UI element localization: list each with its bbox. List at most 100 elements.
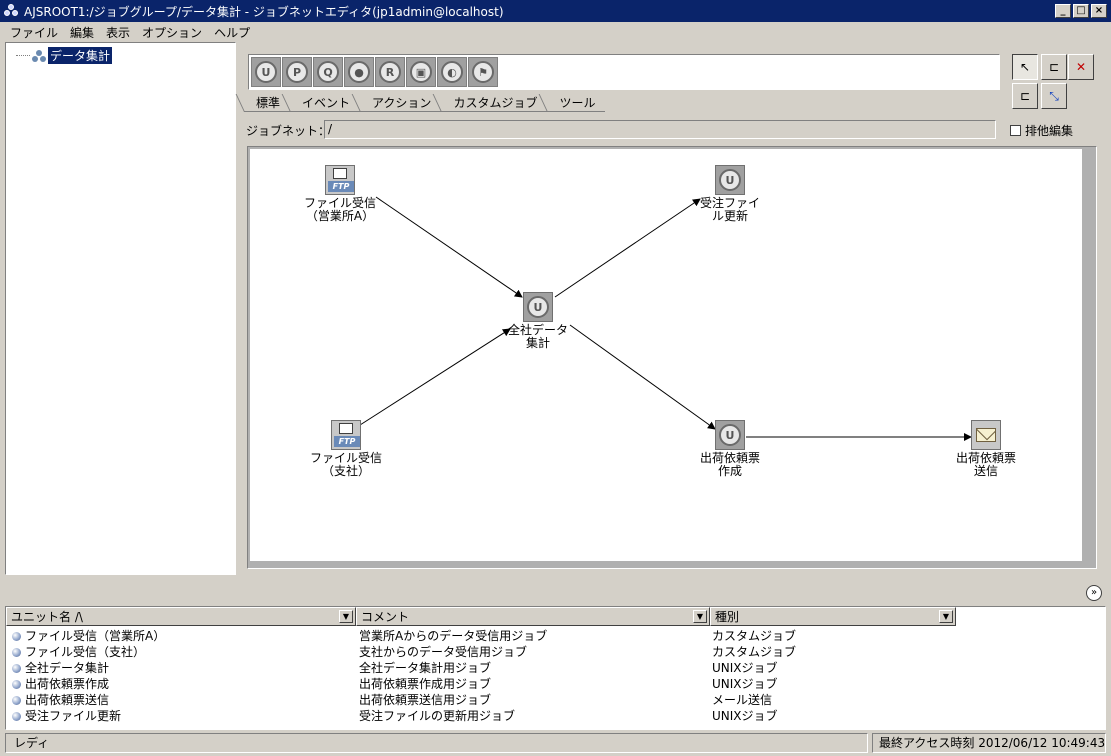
comment-cell: 支社からのデータ受信用ジョブ xyxy=(359,645,528,659)
column-header-unit-name[interactable]: ユニット名 /\ ▼ xyxy=(6,607,356,626)
comment-cell: 全社データ集計用ジョブ xyxy=(359,661,492,675)
column-header-type[interactable]: 種別 ▼ xyxy=(710,607,956,626)
unit-status-icon xyxy=(12,679,21,689)
unit-name-cell: ファイル受信（支社） xyxy=(6,644,357,660)
qs-job-icon[interactable]: Q xyxy=(313,57,343,87)
tree-item-data-aggregation[interactable]: データ集計 xyxy=(16,47,113,64)
relation-line xyxy=(359,328,511,426)
status-bar: レディ 最終アクセス時刻 2012/06/12 10:49:43 xyxy=(0,731,1111,756)
comment-cell: 出荷依頼票送信用ジョブ xyxy=(359,693,492,707)
unix-job-icon: U xyxy=(523,292,553,322)
tab-action[interactable]: アクション xyxy=(360,94,442,112)
comment-cell: 営業所Aからのデータ受信用ジョブ xyxy=(359,629,548,643)
dropdown-icon[interactable]: ▼ xyxy=(939,610,953,623)
select-pointer-icon[interactable]: ↖ xyxy=(1012,54,1038,80)
menu-edit[interactable]: 編集 xyxy=(64,24,100,41)
jobnet-label: ジョブネット： xyxy=(246,124,331,138)
jobnet-path-field: / xyxy=(324,120,996,139)
unit-status-icon xyxy=(12,647,21,657)
node-label: ファイル受信 （支社） xyxy=(309,451,382,478)
close-button[interactable]: × xyxy=(1091,4,1107,18)
type-cell: メール送信 xyxy=(712,693,773,707)
dropdown-icon[interactable]: ▼ xyxy=(693,610,707,623)
judgment-job-icon[interactable]: ◐ xyxy=(437,57,467,87)
checkbox-box[interactable] xyxy=(1010,125,1021,136)
menu-bar: ファイル 編集 表示 オプション ヘルプ xyxy=(0,22,1111,42)
list-header: ユニット名 /\ ▼ コメント ▼ 種別 ▼ xyxy=(6,607,956,626)
mail-icon xyxy=(971,420,1001,450)
unit-list: ユニット名 /\ ▼ コメント ▼ 種別 ▼ ファイル受信（営業所A） 営業所Aからのデ… xyxy=(5,606,1106,730)
unit-name-cell: 出荷依頼票送信 xyxy=(6,692,357,708)
menu-file[interactable]: ファイル xyxy=(4,24,64,41)
release-flag-icon[interactable]: ⚑ xyxy=(468,57,498,87)
tab-event[interactable]: イベント xyxy=(290,94,361,112)
jobnet-icon xyxy=(32,49,46,63)
unit-name-cell: 出荷依頼票作成 xyxy=(6,676,357,692)
delete-relation-icon[interactable]: ✕ xyxy=(1068,54,1094,80)
node-file-receive-branch-office[interactable]: FTP ファイル受信 （支社） xyxy=(301,420,391,478)
list-item[interactable]: ファイル受信（支社） 支社からのデータ受信用ジョブ カスタムジョブ xyxy=(6,644,950,660)
node-shipping-slip-send[interactable]: 出荷依頼票 送信 xyxy=(941,420,1031,478)
ftp-icon: FTP xyxy=(331,420,361,450)
menu-help[interactable]: ヘルプ xyxy=(208,24,256,41)
unix-job-icon[interactable]: U xyxy=(251,57,281,87)
unit-name-cell: 全社データ集計 xyxy=(6,660,357,676)
node-label: 出荷依頼票 作成 xyxy=(699,451,760,478)
remote-jobnet-icon[interactable]: R xyxy=(375,57,405,87)
window-title: AJSROOT1:/ジョブグループ/データ集計 - ジョブネットエディタ(jp1… xyxy=(24,4,504,19)
manager-jobnet-icon[interactable]: ▣ xyxy=(406,57,436,87)
map-area[interactable]: FTP ファイル受信 （営業所A） FTP ファイル受信 （支社） U 全社デー… xyxy=(250,149,1082,561)
exclusive-edit-checkbox[interactable]: 排他編集 xyxy=(1010,122,1073,139)
ftp-icon: FTP xyxy=(325,165,355,195)
unit-name-cell: 受注ファイル更新 xyxy=(6,708,357,724)
maximize-button[interactable]: □ xyxy=(1073,4,1089,18)
type-cell: カスタムジョブ xyxy=(712,645,797,659)
comment-cell: 受注ファイルの更新用ジョブ xyxy=(359,709,516,723)
unit-name-cell: ファイル受信（営業所A） xyxy=(6,628,357,644)
type-cell: UNIXジョブ xyxy=(712,661,778,675)
relation-line xyxy=(569,324,716,430)
exclusive-edit-label: 排他編集 xyxy=(1025,124,1074,138)
tab-tools[interactable]: ツール xyxy=(547,94,606,112)
unit-palette: U P Q ● R ▣ ◐ ⚑ xyxy=(248,54,1000,90)
menu-options[interactable]: オプション xyxy=(136,24,208,41)
last-access-time: 最終アクセス時刻 2012/06/12 10:49:43 xyxy=(872,733,1106,753)
unit-status-icon xyxy=(12,631,21,641)
palette-tabs: 標準 イベント アクション カスタムジョブ ツール xyxy=(244,94,606,114)
tab-custom-job[interactable]: カスタムジョブ xyxy=(441,94,548,112)
connect-branch-icon[interactable]: ⤡ xyxy=(1041,83,1067,109)
unit-status-icon xyxy=(12,663,21,673)
node-label: 受注ファイ ル更新 xyxy=(699,196,760,223)
type-cell: UNIXジョブ xyxy=(712,677,778,691)
edit-mode-tools: ↖ ⊏ ✕ ⊏ ⤡ xyxy=(1012,54,1096,110)
list-item[interactable]: 出荷依頼票作成 出荷依頼票作成用ジョブ UNIXジョブ xyxy=(6,676,950,692)
title-bar: AJSROOT1:/ジョブグループ/データ集計 - ジョブネットエディタ(jp1… xyxy=(0,0,1111,22)
connect-relation-icon[interactable]: ⊏ xyxy=(1041,54,1067,80)
list-item[interactable]: 出荷依頼票送信 出荷依頼票送信用ジョブ メール送信 xyxy=(6,692,950,708)
node-file-receive-branch-a[interactable]: FTP ファイル受信 （営業所A） xyxy=(295,165,385,223)
dropdown-icon[interactable]: ▼ xyxy=(339,610,353,623)
list-item[interactable]: 受注ファイル更新 受注ファイルの更新用ジョブ UNIXジョブ xyxy=(6,708,950,724)
relation-line xyxy=(375,196,523,298)
list-item[interactable]: ファイル受信（営業所A） 営業所Aからのデータ受信用ジョブ カスタムジョブ xyxy=(6,628,950,644)
unit-status-icon xyxy=(12,695,21,705)
pc-job-icon[interactable]: P xyxy=(282,57,312,87)
node-shipping-slip-create[interactable]: U 出荷依頼票 作成 xyxy=(685,420,775,478)
node-order-file-update[interactable]: U 受注ファイ ル更新 xyxy=(685,165,775,223)
column-header-comment[interactable]: コメント ▼ xyxy=(356,607,710,626)
unix-job-icon: U xyxy=(715,420,745,450)
node-label: 全社データ 集計 xyxy=(507,323,568,350)
list-item[interactable]: 全社データ集計 全社データ集計用ジョブ UNIXジョブ xyxy=(6,660,950,676)
node-label: ファイル受信 （営業所A） xyxy=(303,196,376,223)
nested-jobnet-icon[interactable]: ● xyxy=(344,57,374,87)
minimize-button[interactable]: _ xyxy=(1055,4,1071,18)
tree-pane: データ集計 xyxy=(5,42,236,575)
unix-job-icon: U xyxy=(715,165,745,195)
menu-view[interactable]: 表示 xyxy=(100,24,136,41)
collapse-list-button[interactable]: » xyxy=(1086,585,1102,601)
connect-condition-icon[interactable]: ⊏ xyxy=(1012,83,1038,109)
node-company-data-aggregate[interactable]: U 全社データ 集計 xyxy=(493,292,583,350)
tree-connector xyxy=(16,55,30,56)
type-cell: カスタムジョブ xyxy=(712,629,797,643)
tree-item-label: データ集計 xyxy=(48,47,113,64)
